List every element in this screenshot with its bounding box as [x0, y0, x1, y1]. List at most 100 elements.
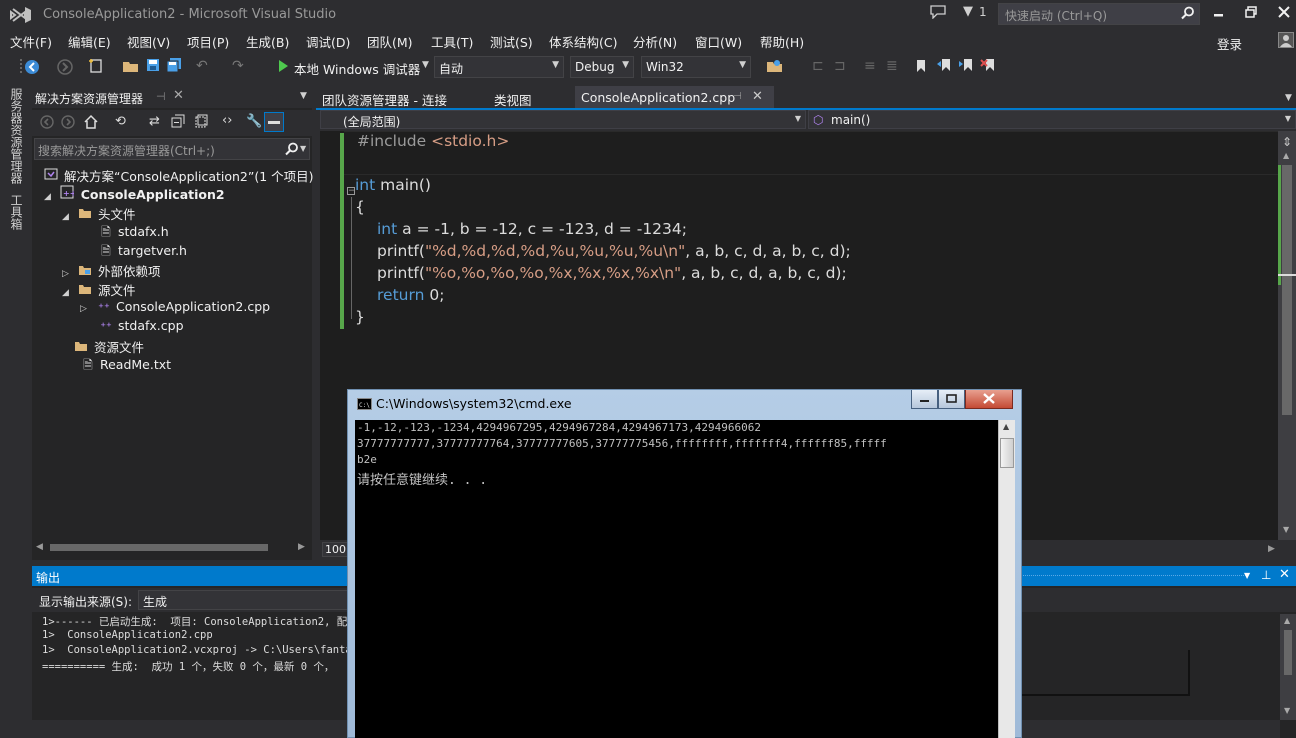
menu-tools[interactable]: 工具(T): [431, 32, 473, 51]
platform-select[interactable]: Win32 ▼: [641, 56, 751, 78]
restore-button[interactable]: [1245, 6, 1257, 18]
menu-team[interactable]: 团队(M): [367, 32, 413, 51]
redo-icon[interactable]: ↷: [232, 58, 244, 74]
scroll-down-icon[interactable]: ▼: [1284, 706, 1290, 715]
menu-test[interactable]: 测试(S): [490, 32, 533, 51]
close-icon[interactable]: ✕: [173, 88, 184, 103]
chevron-down-icon[interactable]: ▼: [1244, 571, 1250, 580]
comment-icon[interactable]: ≡: [864, 58, 876, 74]
menu-analyze[interactable]: 分析(N): [633, 32, 677, 51]
chevron-down-icon[interactable]: ▼: [300, 91, 307, 101]
close-button[interactable]: [1278, 6, 1290, 18]
pin-icon[interactable]: ⊣: [156, 90, 166, 103]
feedback-icon[interactable]: [930, 5, 946, 19]
horizontal-scrollbar[interactable]: ◀ ▶: [36, 542, 308, 554]
start-debugging-icon[interactable]: [278, 60, 288, 72]
close-icon[interactable]: ✕: [752, 89, 763, 104]
save-icon[interactable]: [146, 58, 160, 72]
next-bookmark-icon[interactable]: [958, 58, 974, 74]
tab-team-explorer[interactable]: 团队资源管理器 - 连接: [322, 86, 447, 108]
toolbox-tab[interactable]: 工具箱: [8, 194, 25, 230]
editor-vertical-scrollbar[interactable]: ⇕ ▲ ▼: [1278, 131, 1296, 540]
scroll-down-icon[interactable]: ▼: [1283, 525, 1289, 534]
scrollbar-thumb[interactable]: [1284, 630, 1292, 675]
chevron-down-icon[interactable]: ▼: [422, 60, 429, 70]
navigate-forward-icon[interactable]: [57, 59, 73, 75]
menu-debug[interactable]: 调试(D): [306, 32, 350, 51]
console-scrollbar[interactable]: ▲: [998, 420, 1015, 738]
expanded-arrow-icon[interactable]: ◢: [62, 288, 74, 298]
back-icon[interactable]: [40, 115, 54, 129]
tab-class-view[interactable]: 类视图: [494, 86, 532, 108]
solution-search-input[interactable]: 搜索解决方案资源管理器(Ctrl+;) ▼: [34, 138, 310, 160]
console-window[interactable]: C:\ C:\Windows\system32\cmd.exe -1,-12,-…: [347, 389, 1022, 738]
navigate-back-icon[interactable]: [24, 59, 40, 75]
tab-main-cpp[interactable]: ConsoleApplication2.cpp ⊣ ✕: [575, 86, 774, 108]
scope-select[interactable]: (全局范围) ▼: [320, 110, 806, 129]
function-select[interactable]: ⬡ main() ▼: [808, 110, 1296, 129]
menu-architecture[interactable]: 体系结构(C): [549, 32, 617, 51]
new-project-icon[interactable]: [88, 58, 104, 74]
bookmark-icon[interactable]: [916, 59, 926, 73]
clear-bookmarks-icon[interactable]: [980, 58, 996, 74]
pin-icon[interactable]: ⊥: [1261, 568, 1271, 582]
tree-item-header-files[interactable]: ◢ 头文件: [62, 204, 135, 223]
previous-bookmark-icon[interactable]: [936, 58, 952, 74]
console-output[interactable]: -1,-12,-123,-1234,4294967295,4294967284,…: [355, 420, 998, 738]
properties-icon[interactable]: 🔧: [246, 114, 262, 129]
split-icon[interactable]: ⇕: [1282, 135, 1292, 149]
tree-item-external-dependencies[interactable]: ▷ 外部依赖项: [62, 261, 160, 280]
avatar[interactable]: [1278, 32, 1294, 48]
server-explorer-tab[interactable]: 服务器资源管理器: [8, 88, 25, 184]
menu-file[interactable]: 文件(F): [10, 32, 52, 51]
console-close-button[interactable]: [965, 390, 1013, 409]
console-maximize-button[interactable]: [938, 390, 965, 409]
debugger-label[interactable]: 本地 Windows 调试器: [294, 59, 420, 78]
tree-item-main-cpp[interactable]: ▷ ⁺⁺ ConsoleApplication2.cpp: [80, 299, 270, 318]
solution-explorer-title[interactable]: 解决方案资源管理器: [32, 86, 147, 108]
find-in-files-icon[interactable]: [766, 58, 784, 74]
show-all-files-icon[interactable]: [194, 114, 208, 128]
sync-icon[interactable]: ⇄: [149, 114, 160, 129]
menu-window[interactable]: 窗口(W): [695, 32, 742, 51]
chevron-down-icon[interactable]: ▼: [300, 144, 306, 153]
scrollbar-thumb[interactable]: [1282, 165, 1292, 415]
scrollbar-thumb[interactable]: [50, 544, 268, 551]
close-icon[interactable]: ✕: [1279, 567, 1290, 582]
undo-icon[interactable]: ↶: [196, 58, 208, 74]
quick-launch-input[interactable]: 快速启动 (Ctrl+Q): [998, 3, 1200, 25]
preview-selected-icon[interactable]: [264, 112, 284, 132]
tree-item-stdafx-cpp[interactable]: ⁺⁺ stdafx.cpp: [98, 318, 183, 337]
menu-build[interactable]: 生成(B): [246, 32, 289, 51]
sign-in-link[interactable]: 登录: [1217, 34, 1242, 53]
open-file-icon[interactable]: [122, 58, 140, 74]
collapse-all-icon[interactable]: [171, 114, 185, 128]
notification-filter-icon[interactable]: ▼: [963, 4, 973, 19]
scroll-up-icon[interactable]: ▲: [1283, 151, 1289, 160]
minimize-button[interactable]: [1213, 6, 1225, 20]
scrollbar-thumb[interactable]: [1000, 438, 1014, 468]
uncomment-icon[interactable]: ≣: [886, 58, 898, 74]
history-icon[interactable]: ⟲: [115, 114, 126, 129]
scroll-up-icon[interactable]: ▲: [1284, 616, 1290, 625]
collapsed-arrow-icon[interactable]: ▷: [62, 269, 74, 279]
solution-mode-select[interactable]: 自动 ▼: [434, 56, 564, 78]
expanded-arrow-icon[interactable]: ◢: [44, 192, 56, 202]
home-icon[interactable]: [83, 114, 99, 130]
scroll-left-icon[interactable]: ◀: [36, 542, 43, 552]
scroll-up-icon[interactable]: ▲: [1003, 422, 1009, 431]
outdent-icon[interactable]: ⊐: [834, 58, 846, 74]
tree-item-stdafx-h[interactable]: 🗎 stdafx.h: [98, 223, 169, 242]
menu-help[interactable]: 帮助(H): [760, 32, 804, 51]
scroll-right-icon[interactable]: ▶: [298, 542, 305, 552]
collapse-region-icon[interactable]: −: [347, 187, 356, 196]
menu-edit[interactable]: 编辑(E): [68, 32, 111, 51]
tree-item-readme[interactable]: 🗎 ReadMe.txt: [80, 356, 171, 375]
pin-icon[interactable]: ⊣: [733, 91, 742, 102]
view-code-icon[interactable]: ‹›: [222, 113, 232, 128]
zoom-select[interactable]: 100 %: [322, 542, 350, 557]
save-all-icon[interactable]: [166, 57, 182, 73]
tree-item-targetver-h[interactable]: 🗎 targetver.h: [98, 242, 187, 261]
menu-project[interactable]: 项目(P): [187, 32, 229, 51]
indent-icon[interactable]: ⊏: [812, 58, 824, 74]
